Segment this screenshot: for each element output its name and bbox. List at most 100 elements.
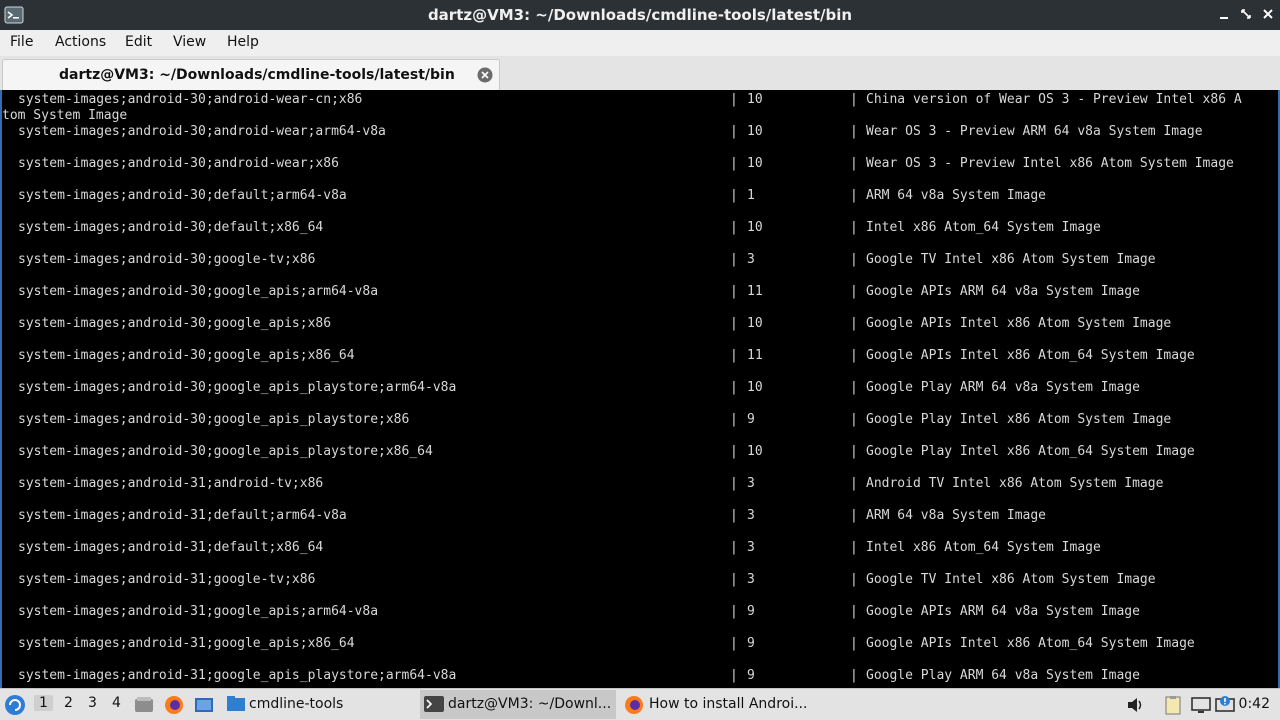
task-terminal[interactable]: dartz@VM3: ~/Downl...: [420, 690, 616, 719]
package-path: system-images;android-30;android-wear-cn…: [18, 92, 363, 107]
package-description: Wear OS 3 - Preview Intel x86 Atom Syste…: [866, 156, 1234, 171]
terminal-icon: [424, 696, 444, 716]
package-version: 9: [747, 412, 755, 427]
column-separator: |: [730, 284, 738, 299]
task-label: dartz@VM3: ~/Downl...: [448, 696, 612, 712]
package-version: 10: [747, 220, 763, 235]
package-path: system-images;android-30;google_apis_pla…: [18, 444, 433, 459]
tab-label: dartz@VM3: ~/Downloads/cmdline-tools/lat…: [59, 67, 455, 83]
volume-icon[interactable]: [1126, 696, 1146, 714]
package-path: system-images;android-30;google_apis_pla…: [18, 412, 410, 427]
package-description: Google APIs Intel x86 Atom_64 System Ima…: [866, 348, 1195, 363]
minimize-icon[interactable]: [1214, 4, 1234, 24]
package-path: system-images;android-30;default;x86_64: [18, 220, 324, 235]
menu-bar: File Actions Edit View Help: [0, 30, 1280, 56]
package-path: system-images;android-30;google_apis;arm…: [18, 284, 379, 299]
column-separator: |: [730, 668, 738, 683]
package-version: 11: [747, 348, 763, 363]
menu-file[interactable]: File: [10, 34, 33, 50]
package-path: system-images;android-30;google_apis_pla…: [18, 380, 457, 395]
terminal-tab[interactable]: dartz@VM3: ~/Downloads/cmdline-tools/lat…: [2, 59, 500, 90]
column-separator: |: [850, 348, 858, 363]
package-description: Google APIs ARM 64 v8a System Image: [866, 604, 1140, 619]
menu-help[interactable]: Help: [227, 34, 259, 50]
column-separator: |: [850, 636, 858, 651]
column-separator: |: [730, 316, 738, 331]
package-version: 10: [747, 444, 763, 459]
package-description: Google Play Intel x86 Atom_64 System Ima…: [866, 444, 1195, 459]
package-path: system-images;android-31;default;x86_64: [18, 540, 324, 555]
column-separator: |: [850, 252, 858, 267]
folder-icon: [226, 695, 246, 717]
package-path: system-images;android-31;google_apis_pla…: [18, 668, 457, 683]
column-separator: |: [730, 540, 738, 555]
package-path: system-images;android-30;google_apis;x86…: [18, 348, 355, 363]
firefox-icon: [624, 695, 644, 719]
clipboard-icon[interactable]: [1162, 695, 1184, 715]
package-version: 11: [747, 284, 763, 299]
package-description: Google Play Intel x86 Atom System Image: [866, 412, 1172, 427]
start-menu-icon[interactable]: [4, 694, 26, 716]
task-firefox[interactable]: How to install Androi...: [620, 690, 820, 719]
package-description: Google TV Intel x86 Atom System Image: [866, 572, 1156, 587]
package-path: system-images;android-30;default;arm64-v…: [18, 188, 347, 203]
menu-view[interactable]: View: [173, 34, 206, 50]
package-description: Google Play ARM 64 v8a System Image: [866, 668, 1140, 683]
display-icon[interactable]: [1190, 695, 1212, 715]
package-version: 3: [747, 508, 755, 523]
tab-bar: dartz@VM3: ~/Downloads/cmdline-tools/lat…: [0, 56, 1280, 91]
package-description: ARM 64 v8a System Image: [866, 508, 1047, 523]
workspace-3[interactable]: 3: [88, 695, 97, 711]
terminal-output[interactable]: system-images;android-30;android-wear-cn…: [0, 90, 1280, 688]
package-version: 10: [747, 156, 763, 171]
column-separator: |: [850, 124, 858, 139]
workspace-2[interactable]: 2: [64, 695, 73, 711]
package-path: system-images;android-31;android-tv;x86: [18, 476, 324, 491]
column-separator: |: [730, 220, 738, 235]
package-path: system-images;android-31;google-tv;x86: [18, 572, 316, 587]
task-cmdline-tools[interactable]: cmdline-tools: [222, 690, 418, 719]
terminal-launcher-icon[interactable]: [194, 695, 214, 715]
package-description: ARM 64 v8a System Image: [866, 188, 1047, 203]
column-separator: |: [730, 476, 738, 491]
column-separator: |: [730, 188, 738, 203]
column-separator: |: [850, 572, 858, 587]
workspace-1[interactable]: 1: [34, 695, 53, 711]
column-separator: |: [850, 380, 858, 395]
package-path: system-images;android-30;android-wear;x8…: [18, 156, 339, 171]
column-separator: |: [730, 156, 738, 171]
column-separator: |: [730, 636, 738, 651]
column-separator: |: [850, 604, 858, 619]
wrapped-line: tom System Image: [2, 108, 128, 123]
tab-close-icon[interactable]: [477, 67, 493, 83]
package-version: 9: [747, 668, 755, 683]
package-version: 3: [747, 476, 755, 491]
column-separator: |: [850, 476, 858, 491]
package-description: Intel x86 Atom_64 System Image: [866, 220, 1101, 235]
taskbar: 1 2 3 4 cmdline-tools dartz@VM3: ~/Downl…: [0, 688, 1280, 720]
close-icon[interactable]: [1258, 4, 1278, 24]
menu-edit[interactable]: Edit: [125, 34, 152, 50]
column-separator: |: [850, 156, 858, 171]
column-separator: |: [850, 668, 858, 683]
column-separator: |: [730, 92, 738, 107]
clock: 0:42: [1238, 696, 1270, 712]
package-description: Intel x86 Atom_64 System Image: [866, 540, 1101, 555]
package-description: Wear OS 3 - Preview ARM 64 v8a System Im…: [866, 124, 1203, 139]
file-manager-launcher-icon[interactable]: [134, 695, 154, 715]
column-separator: |: [730, 508, 738, 523]
package-version: 10: [747, 124, 763, 139]
package-path: system-images;android-30;android-wear;ar…: [18, 124, 386, 139]
window-titlebar[interactable]: dartz@VM3: ~/Downloads/cmdline-tools/lat…: [0, 0, 1280, 30]
menu-actions[interactable]: Actions: [55, 34, 106, 50]
package-version: 3: [747, 540, 755, 555]
task-label: How to install Androi...: [649, 696, 808, 712]
column-separator: |: [730, 572, 738, 587]
network-alert-icon[interactable]: [1214, 695, 1236, 715]
package-version: 10: [747, 316, 763, 331]
firefox-launcher-icon[interactable]: [164, 695, 184, 715]
column-separator: |: [850, 284, 858, 299]
workspace-4[interactable]: 4: [112, 695, 121, 711]
window-title: dartz@VM3: ~/Downloads/cmdline-tools/lat…: [427, 6, 853, 24]
restore-icon[interactable]: [1236, 4, 1256, 24]
